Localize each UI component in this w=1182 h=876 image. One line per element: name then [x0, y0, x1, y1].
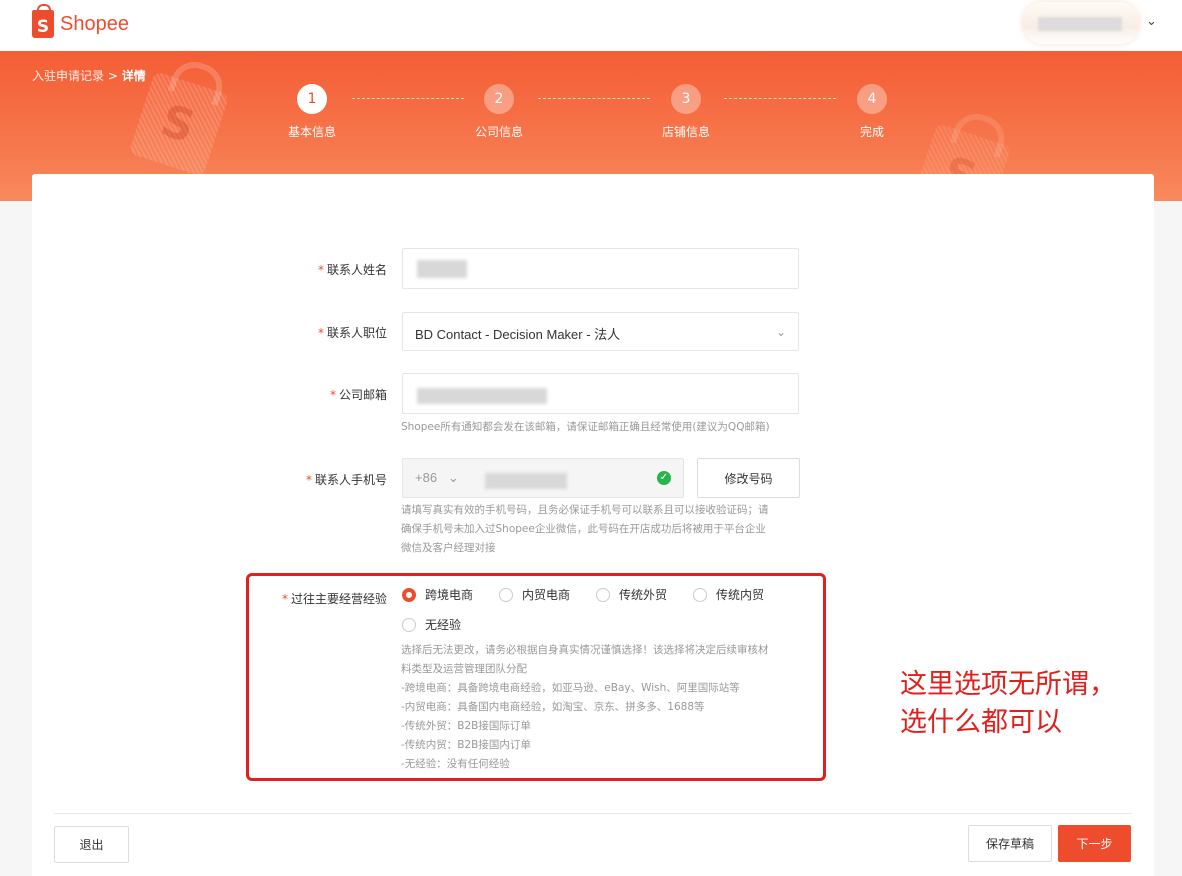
- company-email-redacted: [417, 388, 547, 404]
- step-label: 完成: [859, 125, 884, 139]
- footer-divider: [54, 813, 1132, 814]
- annotation-note: 这里选项无所谓， 选什么都可以: [900, 666, 1116, 742]
- company-email-hint: Shopee所有通知都会发在该邮箱，请保证邮箱正确且经常使用(建议为QQ邮箱): [401, 421, 770, 433]
- contact-name-redacted: [417, 260, 467, 278]
- chevron-down-icon[interactable]: ⌄: [1146, 15, 1158, 28]
- chevron-down-icon: ⌄: [775, 325, 786, 339]
- decorative-bag-icon: [128, 71, 230, 177]
- breadcrumb-separator: >: [107, 69, 118, 83]
- annotation-highlight-box: [246, 573, 826, 781]
- verified-check-icon: ✓: [657, 471, 671, 485]
- phone-number-redacted: [485, 473, 567, 489]
- step-label: 基本信息: [287, 125, 336, 139]
- step-label: 公司信息: [474, 125, 523, 139]
- step-basic-info: 1 基本信息: [277, 84, 347, 140]
- phone-hint-line-2: 确保手机号未加入过Shopee企业微信，此号码在开店成功后将被用于平台企业: [401, 523, 766, 535]
- breadcrumb-link-application-records[interactable]: 入驻申请记录: [32, 69, 104, 83]
- step-connector: [352, 98, 464, 99]
- contact-position-value: BD Contact - Decision Maker - 法人: [415, 327, 621, 342]
- shopee-logo[interactable]: S Shopee: [32, 4, 129, 38]
- step-label: 店铺信息: [661, 125, 710, 139]
- step-complete: 4 完成: [837, 84, 907, 140]
- top-bar: S Shopee ⌄: [0, 0, 1182, 51]
- phone-label: * 联系人手机号: [305, 473, 387, 487]
- country-code-select: +86 ⌄: [415, 470, 459, 485]
- annotation-line-1: 这里选项无所谓，: [900, 669, 1116, 700]
- contact-name-input[interactable]: [402, 248, 799, 289]
- phone-hint-line-1: 请填写真实有效的手机号码，且务必保证手机号可以联系且可以接收验证码；请: [401, 504, 769, 516]
- step-company-info: 2 公司信息: [464, 84, 534, 140]
- contact-name-label: * 联系人姓名: [317, 263, 387, 277]
- shopee-bag-icon: S: [32, 4, 54, 38]
- change-number-button[interactable]: 修改号码: [697, 458, 800, 498]
- phone-hint-line-3: 微信及客户经理对接: [401, 542, 496, 554]
- contact-position-label: * 联系人职位: [317, 326, 387, 340]
- breadcrumb: 入驻申请记录 > 详情: [32, 67, 146, 84]
- breadcrumb-current: 详情: [121, 69, 146, 83]
- step-number: 2: [484, 84, 514, 114]
- step-connector: [724, 98, 836, 99]
- exit-button[interactable]: 退出: [54, 826, 129, 863]
- step-shop-info: 3 店铺信息: [651, 84, 721, 140]
- step-connector: [538, 98, 650, 99]
- user-name-redacted: [1038, 17, 1122, 31]
- user-account-menu[interactable]: [1022, 2, 1140, 44]
- logo-text: Shopee: [60, 12, 129, 35]
- step-number: 1: [297, 84, 327, 114]
- save-draft-button[interactable]: 保存草稿: [968, 825, 1052, 862]
- phone-input: +86 ⌄ ✓: [402, 458, 684, 498]
- contact-position-select[interactable]: BD Contact - Decision Maker - 法人 ⌄: [402, 312, 799, 351]
- next-step-button[interactable]: 下一步: [1058, 825, 1131, 862]
- annotation-line-2: 选什么都可以: [900, 707, 1062, 738]
- step-number: 4: [857, 84, 887, 114]
- company-email-label: * 公司邮箱: [329, 388, 387, 402]
- step-number: 3: [671, 84, 701, 114]
- company-email-input[interactable]: [402, 373, 799, 414]
